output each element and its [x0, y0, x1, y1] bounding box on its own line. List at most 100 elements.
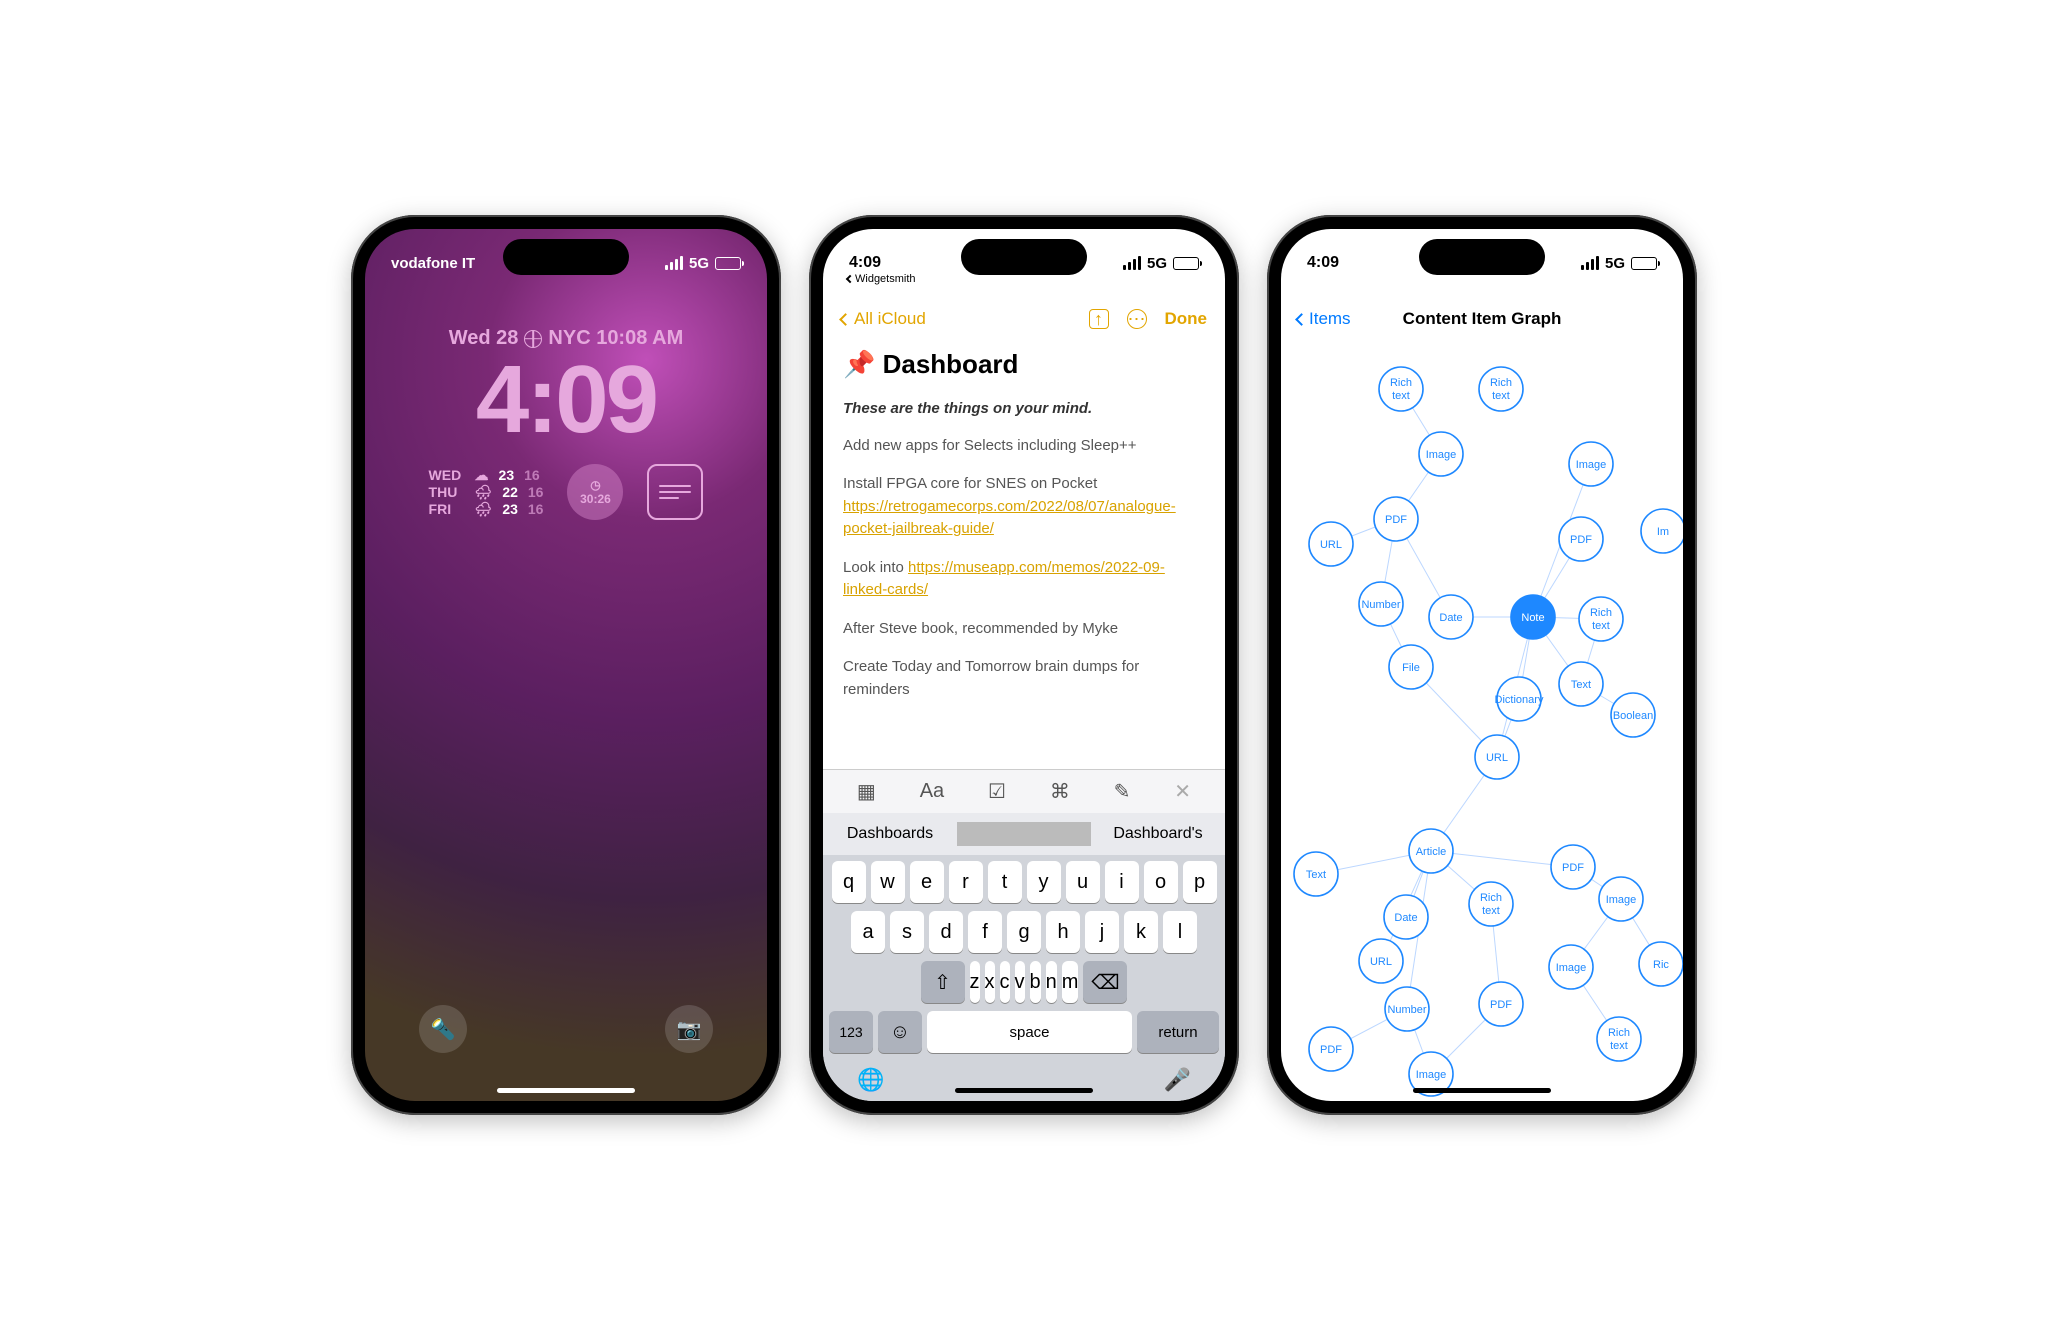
graph-node[interactable]: PDF	[1374, 497, 1418, 541]
return-key[interactable]: return	[1137, 1011, 1219, 1053]
key-a[interactable]: a	[851, 911, 885, 953]
key-s[interactable]: s	[890, 911, 924, 953]
globe-icon[interactable]: 🌐	[857, 1067, 884, 1093]
graph-node[interactable]: Image	[1569, 442, 1613, 486]
close-toolbar-icon[interactable]: ✕	[1174, 779, 1191, 804]
key-p[interactable]: p	[1183, 861, 1217, 903]
graph-node[interactable]: Note	[1511, 595, 1555, 639]
key-f[interactable]: f	[968, 911, 1002, 953]
graph-node[interactable]: URL	[1359, 939, 1403, 983]
camera-icon[interactable]: ⌘	[1050, 779, 1070, 804]
signal-icon	[1581, 256, 1599, 270]
graph-node[interactable]: Date	[1429, 595, 1473, 639]
more-icon[interactable]: ⋯	[1127, 309, 1147, 329]
key-z[interactable]: z	[970, 961, 980, 1003]
done-button[interactable]: Done	[1165, 309, 1208, 329]
key-q[interactable]: q	[832, 861, 866, 903]
key-e[interactable]: e	[910, 861, 944, 903]
key-g[interactable]: g	[1007, 911, 1041, 953]
graph-node[interactable]: Image	[1419, 432, 1463, 476]
graph-node[interactable]: Image	[1549, 945, 1593, 989]
home-indicator[interactable]	[955, 1088, 1093, 1093]
graph-node[interactable]: Text	[1294, 852, 1338, 896]
key-h[interactable]: h	[1046, 911, 1080, 953]
back-button[interactable]: All iCloud	[841, 309, 926, 329]
graph-node[interactable]: Text	[1559, 662, 1603, 706]
network-label: 5G	[1147, 255, 1167, 272]
mic-icon[interactable]: 🎤	[1164, 1067, 1191, 1093]
note-line: Install FPGA core for SNES on Pocket htt…	[843, 473, 1205, 541]
key-k[interactable]: k	[1124, 911, 1158, 953]
emoji-key[interactable]: ☺	[878, 1011, 922, 1053]
key-u[interactable]: u	[1066, 861, 1100, 903]
flashlight-icon: 🔦	[431, 1017, 456, 1042]
shift-key[interactable]: ⇧	[921, 961, 965, 1003]
key-d[interactable]: d	[929, 911, 963, 953]
graph-node[interactable]: URL	[1475, 735, 1519, 779]
svg-text:URL: URL	[1320, 539, 1342, 551]
weather-widget[interactable]: WED☁2316 THU🌧2216 FRI🌧2316	[429, 467, 544, 518]
battery-icon	[1173, 257, 1199, 270]
graph-node[interactable]: Image	[1599, 877, 1643, 921]
numbers-key[interactable]: 123	[829, 1011, 873, 1053]
graph-node[interactable]: Date	[1384, 895, 1428, 939]
svg-text:Image: Image	[1426, 449, 1457, 461]
camera-button[interactable]: 📷	[665, 1005, 713, 1053]
graph-node[interactable]: Boolean	[1611, 693, 1655, 737]
graph-node[interactable]: Richtext	[1469, 882, 1513, 926]
keyboard: qwertyuiop asdfghjkl ⇧ zxcvbnm ⌫ 123 ☺ s…	[823, 855, 1225, 1101]
key-t[interactable]: t	[988, 861, 1022, 903]
key-r[interactable]: r	[949, 861, 983, 903]
key-x[interactable]: x	[985, 961, 995, 1003]
key-i[interactable]: i	[1105, 861, 1139, 903]
key-v[interactable]: v	[1015, 961, 1025, 1003]
checklist-icon[interactable]: ☑	[988, 779, 1006, 804]
flashlight-button[interactable]: 🔦	[419, 1005, 467, 1053]
graph-node[interactable]: Ric	[1639, 942, 1683, 986]
key-b[interactable]: b	[1030, 961, 1041, 1003]
space-key[interactable]: space	[927, 1011, 1132, 1053]
suggestion[interactable]: Dashboards	[823, 825, 957, 843]
key-l[interactable]: l	[1163, 911, 1197, 953]
lockscreen-widgets: WED☁2316 THU🌧2216 FRI🌧2316 ◷ 30:26	[365, 464, 767, 520]
key-n[interactable]: n	[1046, 961, 1057, 1003]
note-content[interactable]: 📌 Dashboard These are the things on your…	[823, 337, 1225, 769]
key-m[interactable]: m	[1062, 961, 1079, 1003]
graph-node[interactable]: PDF	[1479, 982, 1523, 1026]
content-graph[interactable]: RichtextRichtextImageImagePDFURLPDFImNum…	[1281, 319, 1683, 1099]
graph-node[interactable]: PDF	[1551, 845, 1595, 889]
markup-icon[interactable]: ✎	[1114, 779, 1131, 804]
graph-node[interactable]: Im	[1641, 509, 1683, 553]
graph-node[interactable]: Richtext	[1597, 1017, 1641, 1061]
key-c[interactable]: c	[1000, 961, 1010, 1003]
note-link[interactable]: https://retrogamecorps.com/2022/08/07/an…	[843, 498, 1176, 538]
key-w[interactable]: w	[871, 861, 905, 903]
share-icon[interactable]: ↑	[1089, 309, 1109, 329]
notes-widget[interactable]	[647, 464, 703, 520]
graph-node[interactable]: Article	[1409, 829, 1453, 873]
graph-node[interactable]: Richtext	[1579, 597, 1623, 641]
graph-node[interactable]: URL	[1309, 522, 1353, 566]
graph-node[interactable]: File	[1389, 645, 1433, 689]
textformat-icon[interactable]: Aa	[920, 780, 944, 803]
back-to-app[interactable]: Widgetsmith	[847, 273, 916, 285]
graph-node[interactable]: Richtext	[1379, 367, 1423, 411]
suggestion[interactable]: Dashboard's	[1091, 825, 1225, 843]
graph-node[interactable]: Number	[1385, 987, 1429, 1031]
table-icon[interactable]: ▦	[857, 779, 876, 804]
graph-node[interactable]: PDF	[1559, 517, 1603, 561]
key-o[interactable]: o	[1144, 861, 1178, 903]
timer-widget[interactable]: ◷ 30:26	[567, 464, 623, 520]
stopwatch-icon: ◷	[590, 478, 600, 492]
key-y[interactable]: y	[1027, 861, 1061, 903]
chevron-left-icon	[846, 275, 854, 283]
graph-node[interactable]: Richtext	[1479, 367, 1523, 411]
delete-key[interactable]: ⌫	[1083, 961, 1127, 1003]
graph-node[interactable]: PDF	[1309, 1027, 1353, 1071]
note-line: After Steve book, recommended by Myke	[843, 618, 1205, 641]
key-j[interactable]: j	[1085, 911, 1119, 953]
graph-node[interactable]: Number	[1359, 582, 1403, 626]
home-indicator[interactable]	[1413, 1088, 1551, 1093]
home-indicator[interactable]	[497, 1088, 635, 1093]
graph-node[interactable]: Dictionary	[1495, 677, 1544, 721]
